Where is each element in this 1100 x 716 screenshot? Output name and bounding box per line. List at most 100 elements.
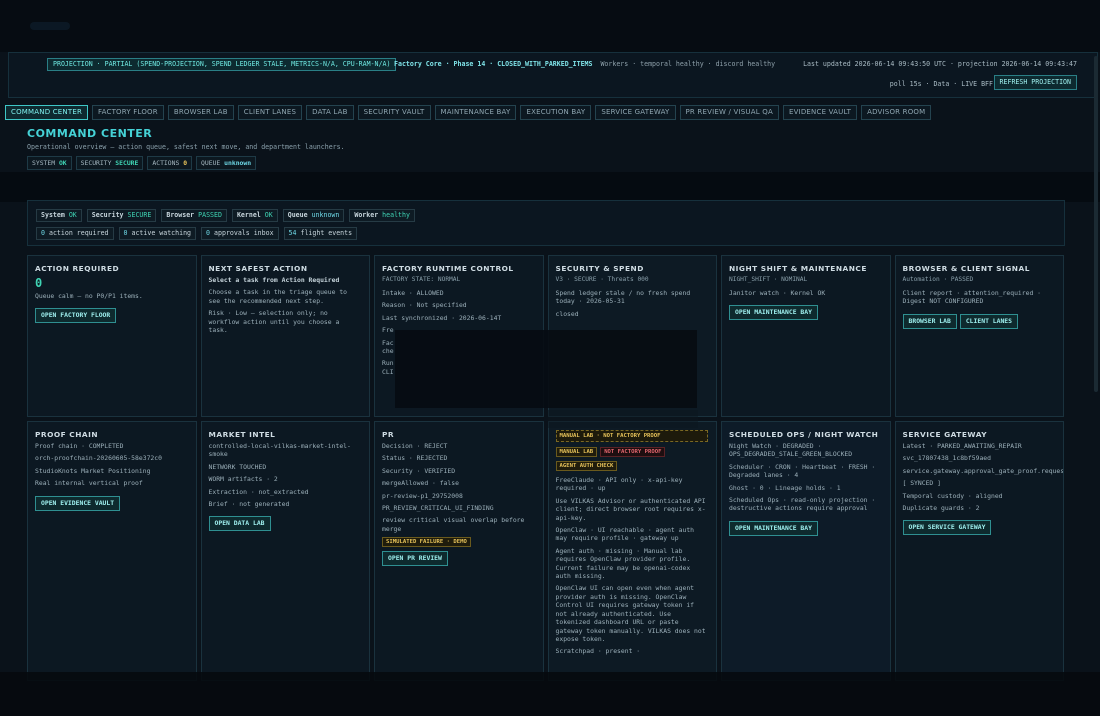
security-chip: SECURITY SECURE (75, 156, 144, 170)
tab-command-center[interactable]: COMMAND CENTER (5, 105, 89, 120)
manual-lab-badges: MANUAL LAB NOT FACTORY PROOF (555, 447, 710, 457)
card-title: ACTION REQUIRED (35, 264, 120, 273)
approvals-inbox-count[interactable]: 0 approvals inbox (201, 227, 279, 240)
flight-events-number: 54 (288, 229, 297, 237)
tab-advisor-room[interactable]: ADVISOR ROOM (861, 105, 932, 120)
card-title: SCHEDULED OPS / NIGHT WATCH (729, 430, 879, 439)
system-chip-value: OK (58, 159, 67, 167)
agent-auth-badge-row: AGENT AUTH CHECK (555, 461, 710, 471)
approvals-label: approvals inbox (214, 229, 274, 237)
open-evidence-vault-button[interactable]: OPEN EVIDENCE VAULT (35, 495, 121, 511)
proof-chain-status: Proof chain · COMPLETED (35, 442, 124, 450)
open-service-gateway-button[interactable]: OPEN SERVICE GATEWAY (902, 520, 992, 536)
next-action-description: Choose a task in the triage queue to see… (208, 288, 348, 305)
refresh-projection-button[interactable]: REFRESH PROJECTION (993, 75, 1077, 90)
extraction-status: Extraction · not_extracted (208, 487, 309, 496)
janitor-watch-text: Janitor watch · Kernel OK (729, 289, 826, 297)
action-required-number: 0 (41, 229, 45, 237)
next-action-risk: Risk · Low — selection only; no workflow… (208, 309, 340, 335)
overview-system-label: System (41, 211, 65, 219)
manual-lab-badge: MANUAL LAB (555, 447, 598, 457)
open-data-lab-button[interactable]: OPEN DATA LAB (208, 516, 271, 532)
scheduler-status: Scheduler · CRON · Heartbeat · FRESH · D… (729, 462, 876, 480)
card-title: SECURITY & SPEND (555, 264, 644, 273)
scrollbar[interactable] (1094, 56, 1098, 392)
tab-evidence-vault[interactable]: EVIDENCE VAULT (782, 105, 858, 120)
tab-service-gateway[interactable]: SERVICE GATEWAY (595, 105, 676, 120)
open-factory-floor-button[interactable]: OPEN FACTORY FLOOR (35, 308, 117, 324)
openclaw-note: OpenClaw UI can open even when agent pro… (555, 584, 706, 643)
overview-panel: System OK Security SECURE Browser PASSED… (27, 200, 1065, 246)
top-dim-region (0, 0, 1100, 52)
actions-chip: ACTIONS 0 (147, 156, 193, 170)
overview-queue-value: unknown (311, 211, 340, 219)
overview-browser-value: PASSED (198, 211, 222, 219)
bottom-dim-region (0, 672, 1100, 716)
overview-kernel: Kernel OK (231, 209, 278, 222)
next-action-headline: Select a task from Action Required (208, 276, 340, 284)
tab-client-lanes[interactable]: CLIENT LANES (237, 105, 303, 120)
client-report-text: Client report · attention_required · Dig… (902, 289, 1042, 306)
overview-count-row: 0 action required 0 active watching 0 ap… (36, 227, 358, 240)
card-title: PROOF CHAIN (35, 430, 99, 439)
worm-artifacts: WORM artifacts · 2 (208, 475, 278, 484)
active-watching-number: 0 (123, 229, 128, 237)
client-lanes-button[interactable]: CLIENT LANES (959, 313, 1018, 329)
open-pr-review-button[interactable]: OPEN PR REVIEW (382, 551, 448, 567)
queue-chip-value: unknown (224, 159, 252, 167)
automation-status: Automation · PASSED (902, 276, 974, 283)
flight-events-count[interactable]: 54 flight events (283, 227, 358, 240)
pr-status: Status · REJECTED (382, 454, 448, 463)
brief-status: Brief · not generated (208, 500, 290, 509)
tab-security-vault[interactable]: SECURITY VAULT (357, 105, 431, 120)
overview-kernel-label: Kernel (236, 211, 261, 219)
pr-review-id: pr-review-p1_29752008 (382, 491, 463, 500)
security-chip-value: SECURE (115, 159, 139, 167)
last-updated-text: Last updated 2026-06-14 09:43:50 UTC · p… (803, 60, 1077, 68)
manual-lab-banner: MANUAL LAB · NOT FACTORY PROOF (555, 430, 708, 442)
active-watching-count[interactable]: 0 active watching (118, 227, 197, 240)
card-title: BROWSER & CLIENT SIGNAL (902, 264, 1030, 273)
openclaw-status: OpenClaw · UI reachable · agent auth may… (555, 526, 695, 543)
freeclaude-status: FreeClaude · API only · x-api-key requir… (555, 476, 683, 493)
intake-status: Intake · ALLOWED (382, 289, 444, 297)
tab-browser-lab[interactable]: BROWSER LAB (167, 105, 234, 120)
tab-maintenance-bay[interactable]: MAINTENANCE BAY (434, 105, 517, 120)
overview-kernel-value: OK (264, 211, 273, 219)
agent-auth-status: Agent auth · missing · Manual lab requir… (555, 546, 691, 581)
flight-events-label: flight events (300, 229, 353, 237)
reason-text: Reason · Not specified (382, 301, 467, 310)
duplicate-guards: Duplicate guards · 2 (902, 504, 980, 513)
night-shift-status: NIGHT_SHIFT · NOMINAL (729, 276, 808, 283)
overview-queue: Queue unknown (282, 209, 345, 222)
proof-chain-card: PROOF CHAIN Proof chain · COMPLETED orch… (27, 421, 197, 681)
tab-data-lab[interactable]: DATA LAB (306, 105, 354, 120)
card-title: NIGHT SHIFT & MAINTENANCE (729, 264, 867, 273)
open-maintenance-bay-button[interactable]: OPEN MAINTENANCE BAY (729, 305, 818, 321)
browser-lab-button[interactable]: BROWSER LAB (902, 313, 957, 329)
overview-system: System OK (36, 209, 82, 222)
spend-ledger-text: Spend ledger stale / no fresh spend toda… (555, 289, 691, 306)
occluding-overlay (395, 330, 697, 408)
factory-state: FACTORY STATE: NORMAL (382, 276, 461, 283)
tab-factory-floor[interactable]: FACTORY FLOOR (92, 105, 164, 120)
tab-pr-review[interactable]: PR REVIEW / VISUAL QA (679, 105, 779, 120)
open-maintenance-bay-button-2[interactable]: OPEN MAINTENANCE BAY (729, 520, 818, 536)
action-required-count[interactable]: 0 action required (36, 227, 114, 240)
overview-queue-label: Queue (287, 211, 308, 219)
gateway-service-id: svc_17807438_1c8bf59aed (902, 454, 992, 463)
tab-execution-bay[interactable]: EXECUTION BAY (520, 105, 592, 120)
pr-decision: Decision · REJECT (382, 442, 448, 450)
occluding-overlay-fade (548, 410, 698, 428)
service-gateway-card: SERVICE GATEWAY Latest · PARKED_AWAITING… (894, 421, 1064, 681)
next-safest-action-card: NEXT SAFEST ACTION Select a task from Ac… (200, 255, 370, 417)
department-tabs: COMMAND CENTER FACTORY FLOOR BROWSER LAB… (5, 105, 932, 120)
actions-chip-value: 0 (183, 159, 188, 167)
card-title: MARKET INTEL (208, 430, 276, 439)
pr-finding: PR_REVIEW_CRITICAL_UI_FINDING (382, 504, 494, 513)
blurred-logo (30, 22, 70, 30)
overview-system-value: OK (68, 211, 77, 219)
night-watch-status: Night Watch · DEGRADED · OPS_DEGRADED_ST… (729, 442, 853, 459)
overview-worker-label: Worker (354, 211, 379, 219)
page-status-chips: SYSTEM OK SECURITY SECURE ACTIONS 0 QUEU… (27, 156, 257, 170)
